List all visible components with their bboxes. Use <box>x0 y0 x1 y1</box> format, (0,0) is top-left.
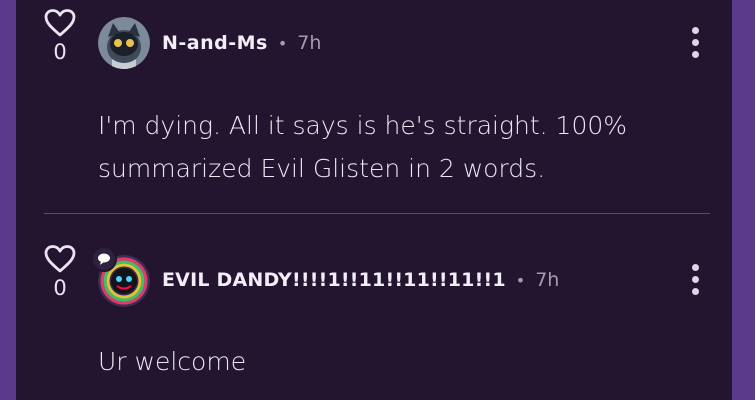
avatar-image <box>98 17 150 69</box>
username[interactable]: N-and-Ms <box>162 32 268 54</box>
heart-icon <box>44 9 76 37</box>
divider <box>44 213 710 214</box>
comment-text: I'm dying. All it says is he's straight.… <box>98 111 628 183</box>
username[interactable]: EVIL DANDY!!!!1!!11!!11!!11!!1 <box>162 269 506 291</box>
more-options-button[interactable] <box>688 27 702 63</box>
chat-bubble-icon <box>98 253 110 265</box>
heart-icon <box>44 245 76 273</box>
more-options-icon <box>691 27 699 34</box>
comment-meta: EVIL DANDY!!!!1!!11!!11!!11!!1 • 7h <box>162 269 559 291</box>
separator-dot: • <box>515 270 526 290</box>
chat-badge <box>91 246 117 272</box>
timestamp: 7h <box>297 32 322 54</box>
avatar[interactable] <box>98 17 150 69</box>
like-button[interactable]: 0 <box>42 8 78 64</box>
like-button[interactable]: 0 <box>42 244 78 300</box>
more-options-button[interactable] <box>688 264 702 300</box>
comments-panel: 0 N-and-Ms • 7h I'm dying. All it says i… <box>16 0 732 400</box>
like-count: 0 <box>53 40 67 64</box>
comment-text: Ur welcome <box>98 347 247 376</box>
more-options-icon <box>691 264 699 271</box>
separator-dot: • <box>277 33 288 53</box>
like-count: 0 <box>53 276 67 300</box>
timestamp: 7h <box>535 269 560 291</box>
comment-meta: N-and-Ms • 7h <box>162 32 321 54</box>
